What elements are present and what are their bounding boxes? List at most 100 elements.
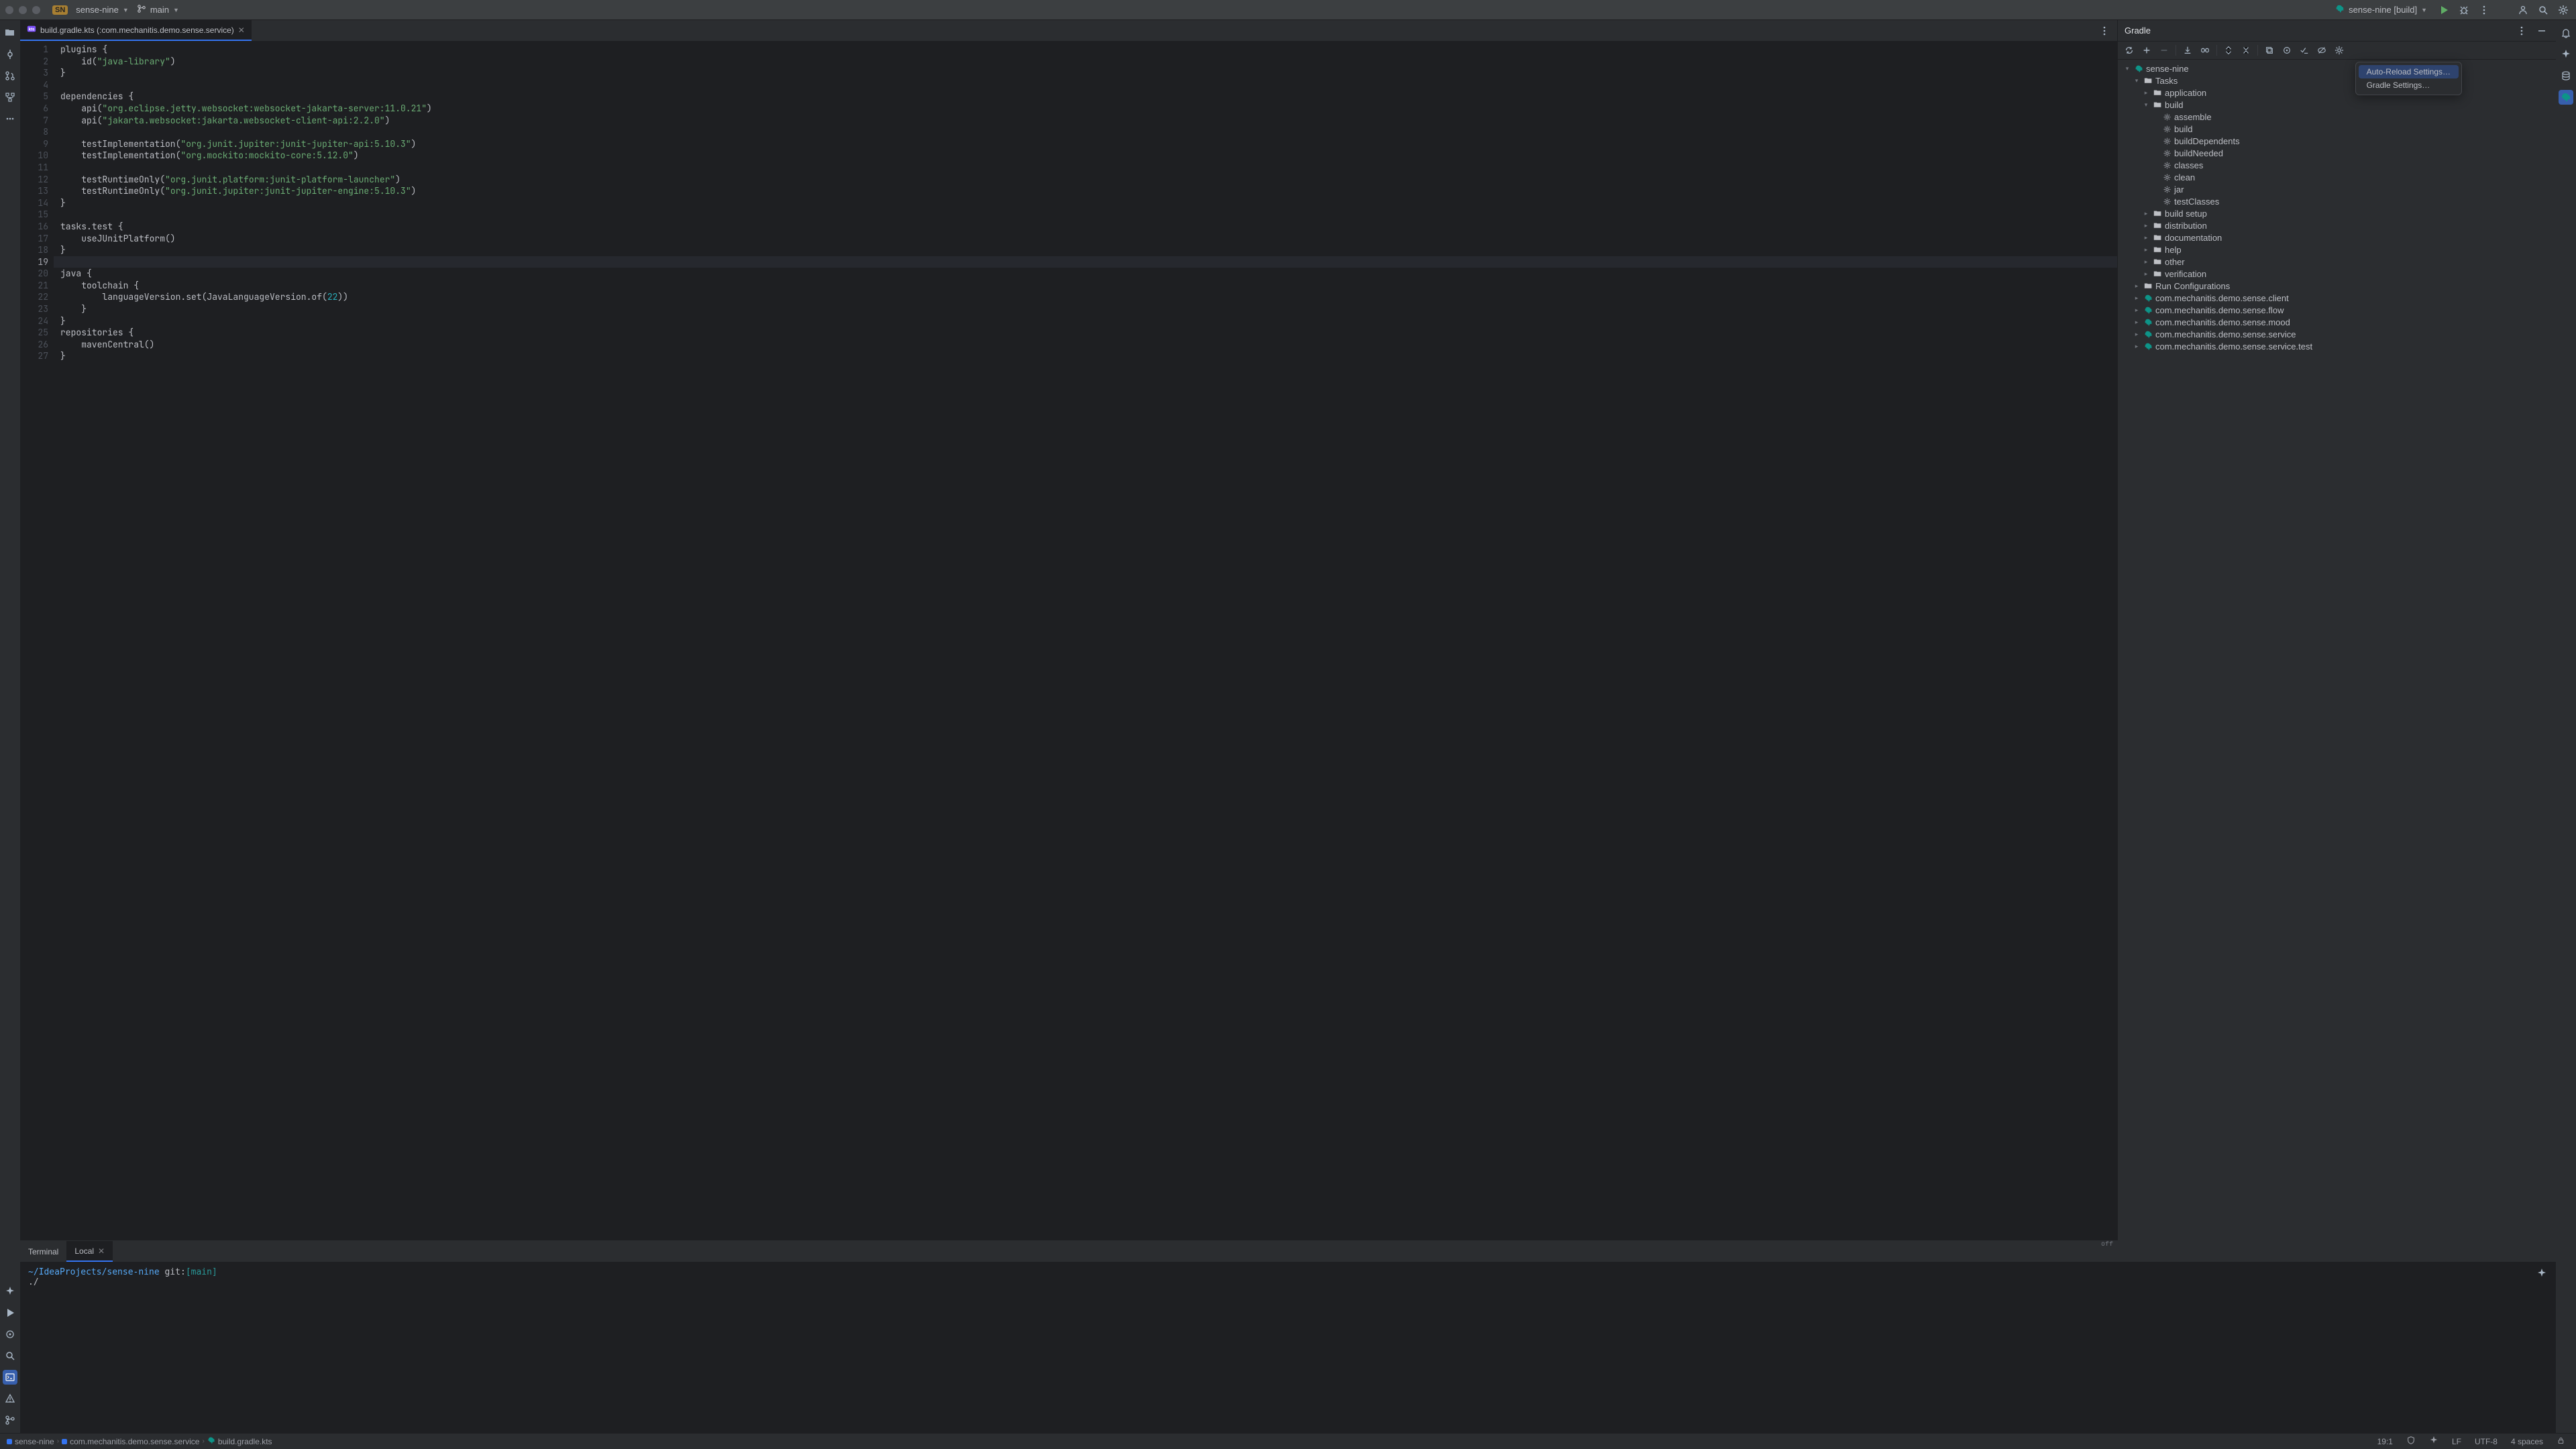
tree-row[interactable]: com.mechanitis.demo.sense.flow bbox=[2118, 304, 2556, 316]
tree-arrow-icon[interactable] bbox=[2142, 89, 2150, 97]
tree-row[interactable]: documentation bbox=[2118, 231, 2556, 244]
tree-arrow-icon[interactable] bbox=[2142, 210, 2150, 217]
terminal-tab-title[interactable]: Terminal bbox=[20, 1241, 66, 1262]
readonly-lock-icon[interactable] bbox=[2553, 1436, 2569, 1447]
branch-selector[interactable]: main ▼ bbox=[133, 3, 183, 17]
tree-arrow-icon[interactable] bbox=[2133, 343, 2141, 350]
tree-row[interactable]: application bbox=[2118, 87, 2556, 99]
add-icon[interactable] bbox=[2139, 43, 2154, 58]
panel-options-icon[interactable] bbox=[2514, 23, 2529, 38]
tree-row[interactable]: buildNeeded bbox=[2118, 147, 2556, 159]
close-tab-icon[interactable]: ✕ bbox=[238, 25, 245, 35]
tree-arrow-icon[interactable] bbox=[2142, 258, 2150, 266]
run-button[interactable] bbox=[2436, 3, 2451, 17]
tree-row[interactable]: Tasks bbox=[2118, 74, 2556, 87]
encoding[interactable]: UTF-8 bbox=[2471, 1437, 2502, 1446]
expand-all-icon[interactable] bbox=[2221, 43, 2236, 58]
project-tool-icon[interactable] bbox=[3, 25, 17, 40]
reload-icon[interactable] bbox=[2122, 43, 2137, 58]
problems-tool-icon[interactable] bbox=[3, 1391, 17, 1406]
cursor-position[interactable]: 19:1 bbox=[2373, 1437, 2397, 1446]
tree-row[interactable]: build bbox=[2118, 99, 2556, 111]
tree-row[interactable]: other bbox=[2118, 256, 2556, 268]
tree-arrow-icon[interactable] bbox=[2133, 282, 2141, 290]
debug-button[interactable] bbox=[2457, 3, 2471, 17]
terminal-tool-icon[interactable] bbox=[3, 1370, 17, 1385]
line-separator[interactable]: LF bbox=[2448, 1437, 2465, 1446]
tree-row[interactable]: jar bbox=[2118, 183, 2556, 195]
tree-row[interactable]: com.mechanitis.demo.sense.client bbox=[2118, 292, 2556, 304]
analyze-deps-icon[interactable] bbox=[2279, 43, 2294, 58]
editor-tab[interactable]: build.gradle.kts (:com.mechanitis.demo.s… bbox=[20, 20, 252, 41]
tree-arrow-icon[interactable] bbox=[2133, 319, 2141, 326]
commit-tool-icon[interactable] bbox=[3, 47, 17, 62]
terminal-body[interactable]: ~/IdeaProjects/sense-nine git:[main] ./ bbox=[20, 1262, 2556, 1433]
run-tool-icon[interactable] bbox=[3, 1305, 17, 1320]
download-sources-icon[interactable] bbox=[2180, 43, 2195, 58]
tree-row[interactable]: com.mechanitis.demo.sense.mood bbox=[2118, 316, 2556, 328]
run-config-selector[interactable]: sense-nine [build] ▼ bbox=[2331, 3, 2431, 17]
pull-requests-tool-icon[interactable] bbox=[3, 68, 17, 83]
code-editor[interactable]: off 123456789101112131415161718192021222… bbox=[20, 41, 2117, 1240]
more-tools-icon[interactable] bbox=[3, 111, 17, 126]
ai-tool-icon[interactable] bbox=[3, 1284, 17, 1299]
tree-arrow-icon[interactable] bbox=[2142, 101, 2150, 109]
select-task-icon[interactable] bbox=[2297, 43, 2312, 58]
ai-assistant-tool-icon[interactable] bbox=[2559, 47, 2573, 62]
terminal-ai-icon[interactable] bbox=[2534, 1266, 2549, 1281]
structure-tool-icon[interactable] bbox=[3, 90, 17, 105]
code-with-me-button[interactable] bbox=[2516, 3, 2530, 17]
code-content[interactable]: plugins { id("java-library")}dependencie… bbox=[54, 41, 2117, 1240]
tab-options-icon[interactable] bbox=[2097, 23, 2112, 38]
build-settings-icon[interactable] bbox=[2332, 43, 2347, 58]
tree-row[interactable]: classes bbox=[2118, 159, 2556, 171]
maximize-window[interactable] bbox=[32, 6, 40, 14]
tree-row[interactable]: com.mechanitis.demo.sense.service.test bbox=[2118, 340, 2556, 352]
tree-row[interactable]: distribution bbox=[2118, 219, 2556, 231]
panel-minimize-icon[interactable] bbox=[2534, 23, 2549, 38]
terminal-tab-local[interactable]: Local ✕ bbox=[66, 1241, 113, 1262]
tree-row[interactable]: build setup bbox=[2118, 207, 2556, 219]
gradle-settings-menu-item[interactable]: Gradle Settings… bbox=[2359, 78, 2459, 92]
task-activation-icon[interactable] bbox=[2262, 43, 2277, 58]
tree-row[interactable]: build bbox=[2118, 123, 2556, 135]
gradle-tree[interactable]: sense-nineTasksapplicationbuildassembleb… bbox=[2118, 60, 2556, 1240]
indent[interactable]: 4 spaces bbox=[2507, 1437, 2547, 1446]
tree-arrow-icon[interactable] bbox=[2123, 65, 2131, 72]
auto-reload-menu-item[interactable]: Auto-Reload Settings… bbox=[2359, 65, 2459, 78]
attach-icon[interactable] bbox=[2198, 43, 2212, 58]
tree-arrow-icon[interactable] bbox=[2133, 331, 2141, 338]
ai-status-icon[interactable] bbox=[2425, 1436, 2443, 1447]
tree-row[interactable]: clean bbox=[2118, 171, 2556, 183]
tree-row[interactable]: testClasses bbox=[2118, 195, 2556, 207]
database-tool-icon[interactable] bbox=[2559, 68, 2573, 83]
gradle-tool-icon[interactable] bbox=[2559, 90, 2573, 105]
settings-button[interactable] bbox=[2556, 3, 2571, 17]
more-run-button[interactable] bbox=[2477, 3, 2491, 17]
tree-arrow-icon[interactable] bbox=[2142, 222, 2150, 229]
collapse-all-icon[interactable] bbox=[2239, 43, 2253, 58]
close-icon[interactable]: ✕ bbox=[98, 1246, 105, 1256]
notifications-tool-icon[interactable] bbox=[2559, 25, 2573, 40]
search-button[interactable] bbox=[2536, 3, 2551, 17]
close-window[interactable] bbox=[5, 6, 13, 14]
tree-row[interactable]: verification bbox=[2118, 268, 2556, 280]
tree-row[interactable]: help bbox=[2118, 244, 2556, 256]
tree-arrow-icon[interactable] bbox=[2133, 77, 2141, 85]
offline-mode-icon[interactable] bbox=[2314, 43, 2329, 58]
project-selector[interactable]: SN sense-nine ▼ bbox=[48, 3, 133, 16]
tree-row[interactable]: sense-nine bbox=[2118, 62, 2556, 74]
tree-arrow-icon[interactable] bbox=[2142, 234, 2150, 241]
find-tool-icon[interactable] bbox=[3, 1348, 17, 1363]
tree-row[interactable]: com.mechanitis.demo.sense.service bbox=[2118, 328, 2556, 340]
tree-row[interactable]: Run Configurations bbox=[2118, 280, 2556, 292]
tree-arrow-icon[interactable] bbox=[2133, 294, 2141, 302]
breadcrumb[interactable]: sense-nine › com.mechanitis.demo.sense.s… bbox=[7, 1436, 272, 1446]
tree-row[interactable]: assemble bbox=[2118, 111, 2556, 123]
tree-arrow-icon[interactable] bbox=[2142, 246, 2150, 254]
tree-row[interactable]: buildDependents bbox=[2118, 135, 2556, 147]
vcs-tool-icon[interactable] bbox=[3, 1413, 17, 1428]
tree-arrow-icon[interactable] bbox=[2142, 270, 2150, 278]
services-tool-icon[interactable] bbox=[3, 1327, 17, 1342]
shield-icon[interactable] bbox=[2402, 1436, 2420, 1447]
